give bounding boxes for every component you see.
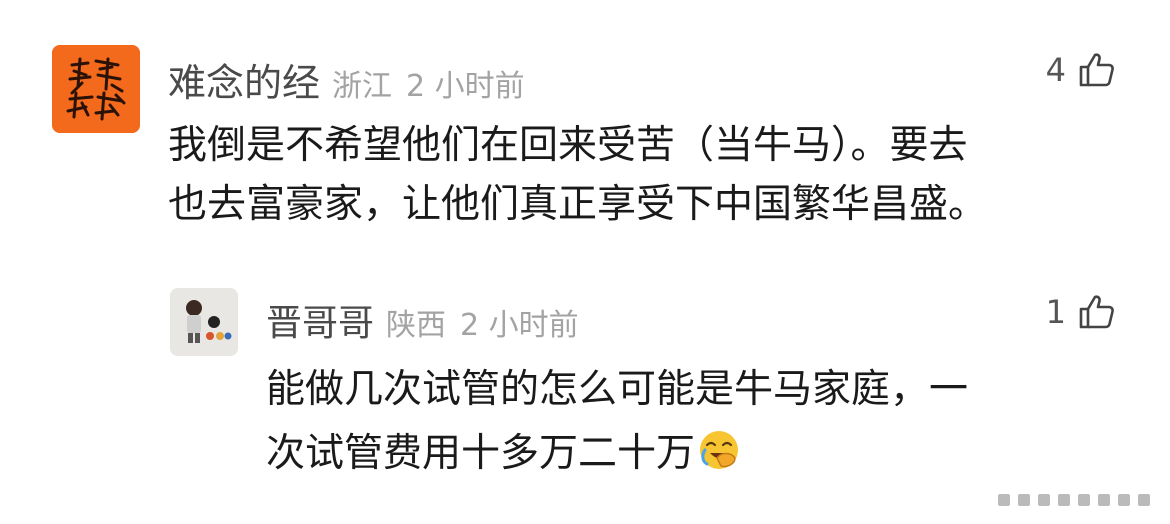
reply-like-count: 1 [1045, 293, 1066, 331]
avatar[interactable] [52, 45, 140, 133]
comment-body: 我倒是不希望他们在回来受苦（当牛马）。要去 也去富豪家，让他们真正享受下中国繁华… [168, 116, 987, 234]
comment-line: 我倒是不希望他们在回来受苦（当牛马）。要去 [168, 123, 968, 168]
like-button[interactable]: 4 [1046, 50, 1116, 90]
reply-avatar[interactable] [170, 288, 238, 356]
comment-line: 也去富豪家，让他们真正享受下中国繁华昌盛。 [168, 182, 988, 227]
comment-meta: 难念的经 浙江 2 小时前 [168, 52, 525, 107]
reply-timestamp: 2 小时前 [460, 308, 579, 343]
reply-line: 能做几次试管的怎么可能是牛马家庭，一 [266, 367, 969, 412]
reply-line: 次试管费用十多万二十万 [266, 431, 696, 476]
thumbs-up-icon [1079, 295, 1114, 329]
reply-line-with-emoji: 次试管费用十多万二十万 [266, 422, 968, 486]
face-palm-laughing-emoji-icon [700, 431, 739, 469]
reply-meta: 晋哥哥 陕西 2 小时前 [266, 294, 579, 346]
cartoon-avatar-icon [170, 288, 238, 356]
like-count: 4 [1045, 51, 1066, 89]
reply-body: 能做几次试管的怎么可能是牛马家庭，一 次试管费用十多万二十万 [266, 358, 968, 486]
reply-like-button[interactable]: 1 [1046, 292, 1116, 332]
reply-username[interactable]: 晋哥哥 [266, 303, 374, 344]
calligraphy-avatar-icon [52, 45, 140, 133]
thumbs-up-icon [1079, 53, 1114, 87]
timestamp: 2 小时前 [406, 69, 525, 104]
username[interactable]: 难念的经 [168, 61, 320, 105]
watermark [998, 494, 1150, 506]
region-label: 浙江 [332, 69, 393, 104]
reply-region-label: 陕西 [386, 308, 447, 343]
